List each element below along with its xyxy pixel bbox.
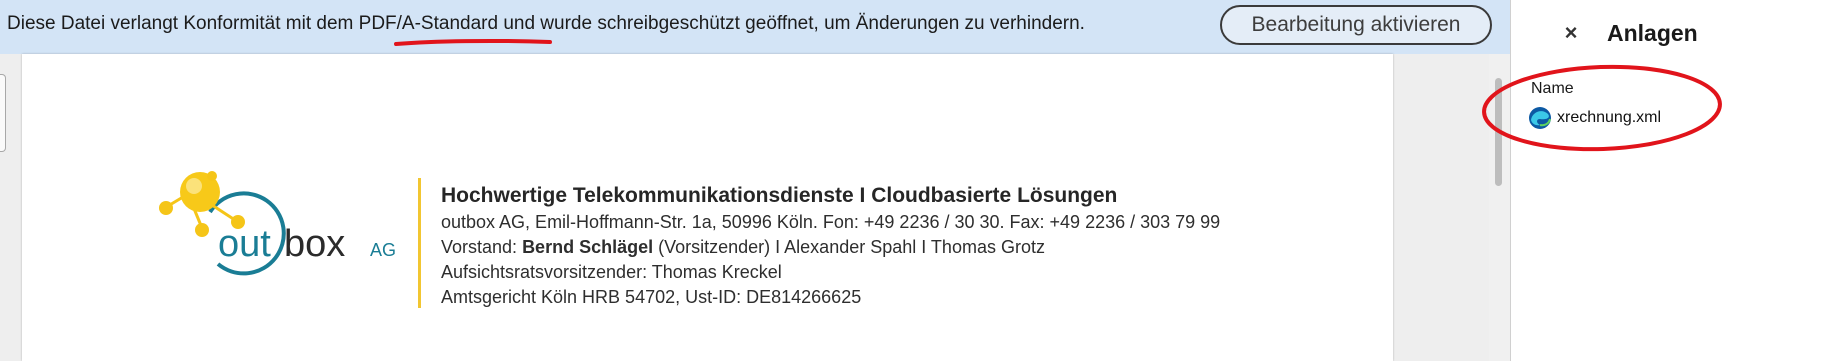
letterhead-divider xyxy=(418,178,421,308)
attachment-filename: xrechnung.xml xyxy=(1557,109,1662,126)
readonly-info-bar: Diese Datei verlangt Konformität mit dem… xyxy=(0,0,1510,54)
attachments-panel: × Anlagen Name xrechnung.xml xyxy=(1510,0,1823,361)
sidebar-toggle-tab[interactable] xyxy=(0,74,6,152)
letterhead-headline: Hochwertige Telekommunikationsdienste I … xyxy=(441,184,1118,207)
red-underline-annotation xyxy=(394,38,552,46)
board-members: Vorstand: Bernd Schlägel (Vorsitzender) … xyxy=(441,237,1045,257)
svg-text:AG: AG xyxy=(370,240,396,260)
svg-text:box: box xyxy=(284,223,345,265)
edge-browser-icon xyxy=(1529,107,1551,129)
pdfa-standard-text: PDF/A-Standard xyxy=(358,13,499,34)
outbox-logo: out box AG xyxy=(159,171,396,276)
board-chair: Bernd Schlägel xyxy=(522,237,654,257)
scrollbar-thumb[interactable] xyxy=(1495,78,1502,186)
readonly-message: Diese Datei verlangt Konformität mit dem… xyxy=(7,13,1085,34)
company-address: outbox AG, Emil-Hoffmann-Str. 1a, 50996 … xyxy=(441,212,1221,232)
attachment-item[interactable]: xrechnung.xml xyxy=(1528,105,1661,131)
name-column-header[interactable]: Name xyxy=(1531,80,1574,98)
panel-title: Anlagen xyxy=(1607,20,1698,46)
close-icon[interactable]: × xyxy=(1558,18,1584,48)
commercial-register: Amtsgericht Köln HRB 54702, Ust-ID: DE81… xyxy=(441,287,862,307)
svg-text:out: out xyxy=(218,223,271,265)
supervisory-board: Aufsichtsratsvorsitzender: Thomas Krecke… xyxy=(441,262,782,282)
enable-editing-button[interactable]: Bearbeitung aktivieren xyxy=(1220,5,1492,45)
